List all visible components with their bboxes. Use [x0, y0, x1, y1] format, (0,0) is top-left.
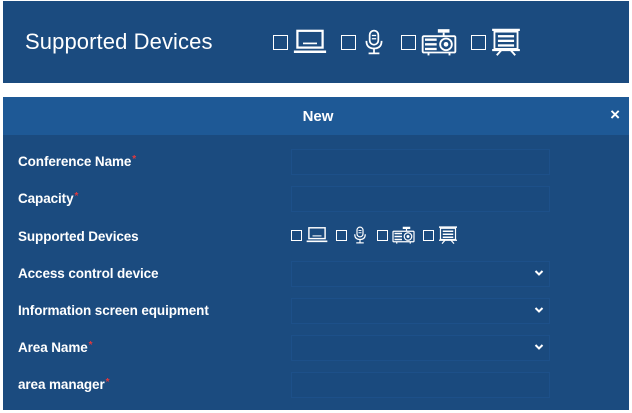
- projection-screen-checkbox[interactable]: [471, 34, 486, 50]
- chevron-down-icon: [534, 269, 544, 277]
- capacity-input[interactable]: [291, 186, 550, 212]
- new-dialog: New × Conference Name* Capacity* Support…: [3, 97, 629, 410]
- projector-icon: [421, 28, 457, 56]
- projector-icon: [392, 226, 415, 244]
- supported-devices-banner: Supported Devices: [3, 1, 629, 83]
- information-screen-equipment-row: Information screen equipment: [3, 297, 629, 325]
- device-laptop: [291, 226, 328, 244]
- area-manager-label: area manager*: [18, 377, 110, 392]
- laptop-checkbox[interactable]: [291, 229, 302, 241]
- dialog-header: New ×: [3, 97, 629, 135]
- supported-devices-row: Supported Devices: [3, 223, 629, 251]
- microphone-icon: [351, 226, 369, 244]
- area-name-row: Area Name*: [3, 334, 629, 362]
- conference-name-row: Conference Name*: [3, 148, 629, 176]
- banner-device-options: [273, 28, 535, 56]
- information-screen-equipment-select[interactable]: [291, 298, 550, 324]
- laptop-checkbox[interactable]: [273, 34, 288, 50]
- banner-device-projection-screen: [471, 28, 521, 56]
- banner-device-projector: [401, 28, 457, 56]
- conference-name-input[interactable]: [291, 149, 550, 175]
- area-manager-row: area manager*: [3, 371, 629, 399]
- capacity-row: Capacity*: [3, 185, 629, 213]
- required-marker: *: [88, 340, 93, 351]
- required-marker: *: [74, 191, 79, 202]
- information-screen-equipment-label: Information screen equipment: [18, 303, 209, 318]
- banner-device-laptop: [273, 28, 327, 56]
- projector-checkbox[interactable]: [401, 34, 416, 50]
- banner-device-microphone: [341, 28, 387, 56]
- supported-devices-label: Supported Devices: [18, 229, 139, 244]
- chevron-down-icon: [534, 343, 544, 351]
- area-name-label: Area Name*: [18, 340, 93, 355]
- access-control-device-row: Access control device: [3, 260, 629, 288]
- projector-checkbox[interactable]: [377, 229, 388, 241]
- projection-screen-icon: [438, 226, 458, 244]
- access-control-device-label: Access control device: [18, 266, 159, 281]
- dialog-title: New: [302, 107, 334, 125]
- projection-screen-icon: [491, 28, 521, 56]
- chevron-down-icon: [534, 306, 544, 314]
- device-projection-screen: [423, 226, 458, 244]
- conference-name-label: Conference Name*: [18, 154, 137, 169]
- device-options: [291, 226, 466, 244]
- laptop-icon: [306, 226, 328, 244]
- microphone-icon: [361, 28, 387, 56]
- projection-screen-checkbox[interactable]: [423, 229, 434, 241]
- close-button[interactable]: ×: [610, 105, 620, 125]
- device-projector: [377, 226, 415, 244]
- laptop-icon: [293, 28, 327, 56]
- area-manager-input[interactable]: [291, 372, 550, 398]
- microphone-checkbox[interactable]: [336, 229, 347, 241]
- required-marker: *: [105, 377, 110, 388]
- device-microphone: [336, 226, 369, 244]
- capacity-label: Capacity*: [18, 191, 79, 206]
- banner-title: Supported Devices: [25, 29, 213, 54]
- required-marker: *: [132, 154, 137, 165]
- area-name-select[interactable]: [291, 335, 550, 361]
- access-control-device-select[interactable]: [291, 261, 550, 287]
- microphone-checkbox[interactable]: [341, 34, 356, 50]
